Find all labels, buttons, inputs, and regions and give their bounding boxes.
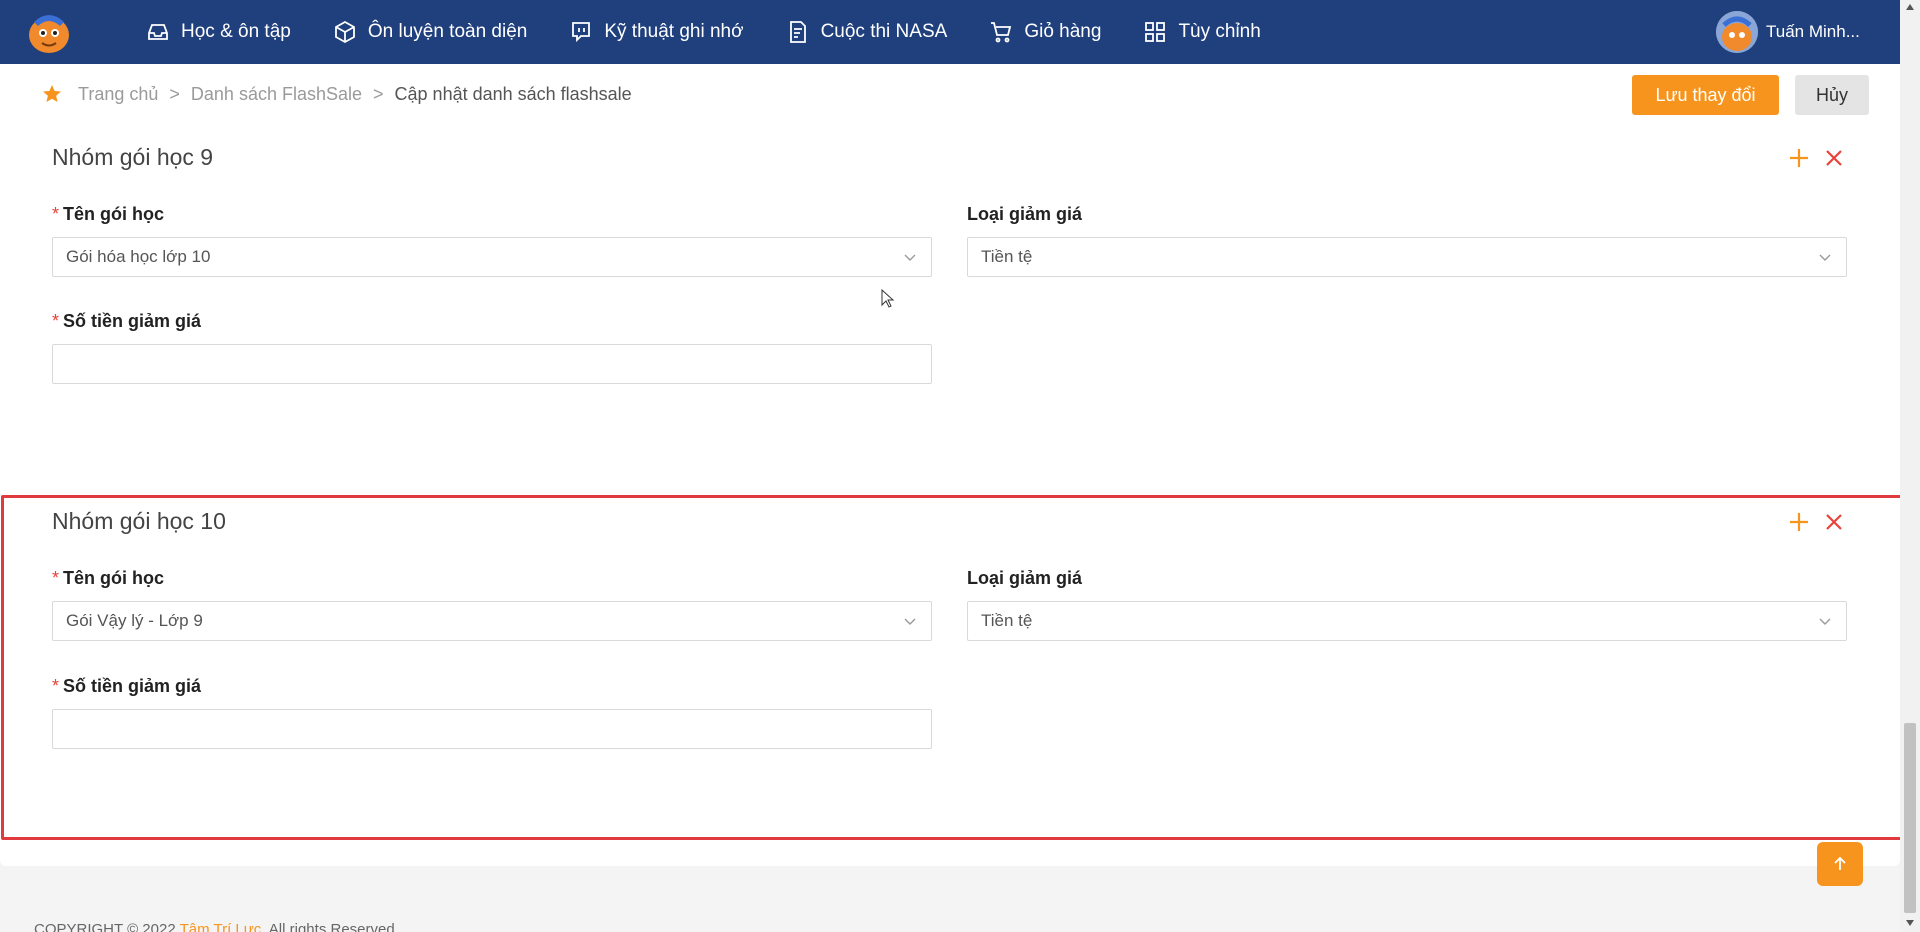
nav-item-label: Ôn luyện toàn diện xyxy=(367,21,528,42)
breadcrumb-separator: > xyxy=(169,84,180,104)
nav-item-label: Cuộc thi NASA xyxy=(820,21,948,42)
discount-amount-label: * Số tiền giảm giá xyxy=(52,311,202,331)
nav-item-label: Kỹ thuật ghi nhớ xyxy=(604,21,744,42)
breadcrumb-flashsale-list[interactable]: Danh sách FlashSale xyxy=(191,84,362,105)
cube-icon xyxy=(334,20,355,44)
plus-icon[interactable] xyxy=(1788,511,1810,533)
chevron-down-icon xyxy=(1819,254,1831,261)
mouse-cursor-icon xyxy=(881,289,895,308)
discount-type-select[interactable]: Tiền tệ xyxy=(967,601,1847,641)
cart-icon xyxy=(991,22,1012,43)
breadcrumb-separator: > xyxy=(373,84,384,104)
discount-type-label: Loại giảm giá xyxy=(967,204,1083,224)
footer-copyright: COPYRIGHT © 2022 xyxy=(34,921,176,932)
footer: COPYRIGHT © 2022 Tâm Trí Lực, All rights… xyxy=(34,921,395,932)
scroll-down-arrow-icon[interactable] xyxy=(1906,920,1914,926)
logo-icon[interactable] xyxy=(24,8,74,56)
inbox-icon xyxy=(148,24,168,40)
scrollbar-thumb[interactable] xyxy=(1904,723,1916,913)
select-value: Gói hóa học lớp 10 xyxy=(66,247,211,266)
select-value: Gói Vậy lý - Lớp 9 xyxy=(66,611,203,630)
save-changes-button[interactable]: Lưu thay đổi xyxy=(1632,75,1779,115)
star-icon xyxy=(43,85,61,102)
discount-amount-label: * Số tiền giảm giá xyxy=(52,676,202,696)
footer-rights: , All rights Reserved xyxy=(261,921,395,932)
package-name-label: * Tên gói học xyxy=(52,568,165,588)
chevron-down-icon xyxy=(1819,618,1831,625)
user-name: Tuấn Minh... xyxy=(1766,22,1860,41)
plus-icon[interactable] xyxy=(1788,147,1810,169)
nav-item-on-luyen[interactable]: Ôn luyện toàn diện xyxy=(333,20,528,44)
breadcrumb-home[interactable]: Trang chủ xyxy=(78,84,158,105)
footer-brand-link[interactable]: Tâm Trí Lực xyxy=(180,921,262,932)
form-card: Nhóm gói học 9 * Tên gói học Gói hóa học … xyxy=(0,126,1900,866)
group-title: Nhóm gói học 9 xyxy=(52,144,214,170)
nav-item-ky-thuat[interactable]: Kỹ thuật ghi nhớ xyxy=(569,20,744,44)
package-name-select[interactable]: Gói hóa học lớp 10 xyxy=(52,237,932,277)
breadcrumb-current: Cập nhật danh sách flashsale xyxy=(394,84,632,104)
discount-type-select[interactable]: Tiền tệ xyxy=(967,237,1847,277)
nav-item-cuoc-thi[interactable]: Cuộc thi NASA xyxy=(786,20,948,44)
chevron-down-icon xyxy=(904,618,916,625)
nav-item-label: Học & ôn tập xyxy=(181,21,291,42)
grid-icon xyxy=(1145,22,1166,42)
message-icon xyxy=(572,22,591,43)
arrow-up-icon xyxy=(1834,856,1846,870)
close-icon[interactable] xyxy=(1824,148,1844,168)
close-icon[interactable] xyxy=(1824,512,1844,532)
nav-item-gio-hang[interactable]: Giỏ hàng xyxy=(989,20,1101,44)
chevron-down-icon xyxy=(904,254,916,261)
page-scrollbar[interactable] xyxy=(1900,0,1920,932)
nav-item-hoc-on-tap[interactable]: Học & ôn tập xyxy=(146,20,291,44)
package-name-label: * Tên gói học xyxy=(52,204,165,224)
nav-item-label: Giỏ hàng xyxy=(1024,21,1102,42)
cancel-button[interactable]: Hủy xyxy=(1795,75,1869,115)
group-title: Nhóm gói học 10 xyxy=(52,508,226,534)
discount-type-label: Loại giảm giá xyxy=(967,568,1083,588)
document-icon xyxy=(789,21,806,43)
discount-amount-input[interactable] xyxy=(52,344,932,384)
nav-item-label: Tùy chỉnh xyxy=(1178,21,1261,42)
top-navbar: Học & ôn tập Ôn luyện toàn diện Kỹ thuật… xyxy=(0,0,1900,64)
select-value: Tiền tệ xyxy=(981,611,1033,630)
avatar xyxy=(1716,11,1758,53)
package-name-select[interactable]: Gói Vậy lý - Lớp 9 xyxy=(52,601,932,641)
nav-item-tuy-chinh[interactable]: Tùy chỉnh xyxy=(1143,20,1261,44)
scroll-up-arrow-icon[interactable] xyxy=(1906,4,1914,10)
scroll-to-top-button[interactable] xyxy=(1817,842,1863,886)
select-value: Tiền tệ xyxy=(981,247,1033,266)
nav-menu: Học & ôn tập Ôn luyện toàn diện Kỹ thuật… xyxy=(146,0,1303,64)
breadcrumb: Trang chủ > Danh sách FlashSale > Cập nh… xyxy=(78,84,632,105)
discount-amount-input[interactable] xyxy=(52,709,932,749)
user-menu[interactable]: Tuấn Minh... xyxy=(1716,11,1860,53)
